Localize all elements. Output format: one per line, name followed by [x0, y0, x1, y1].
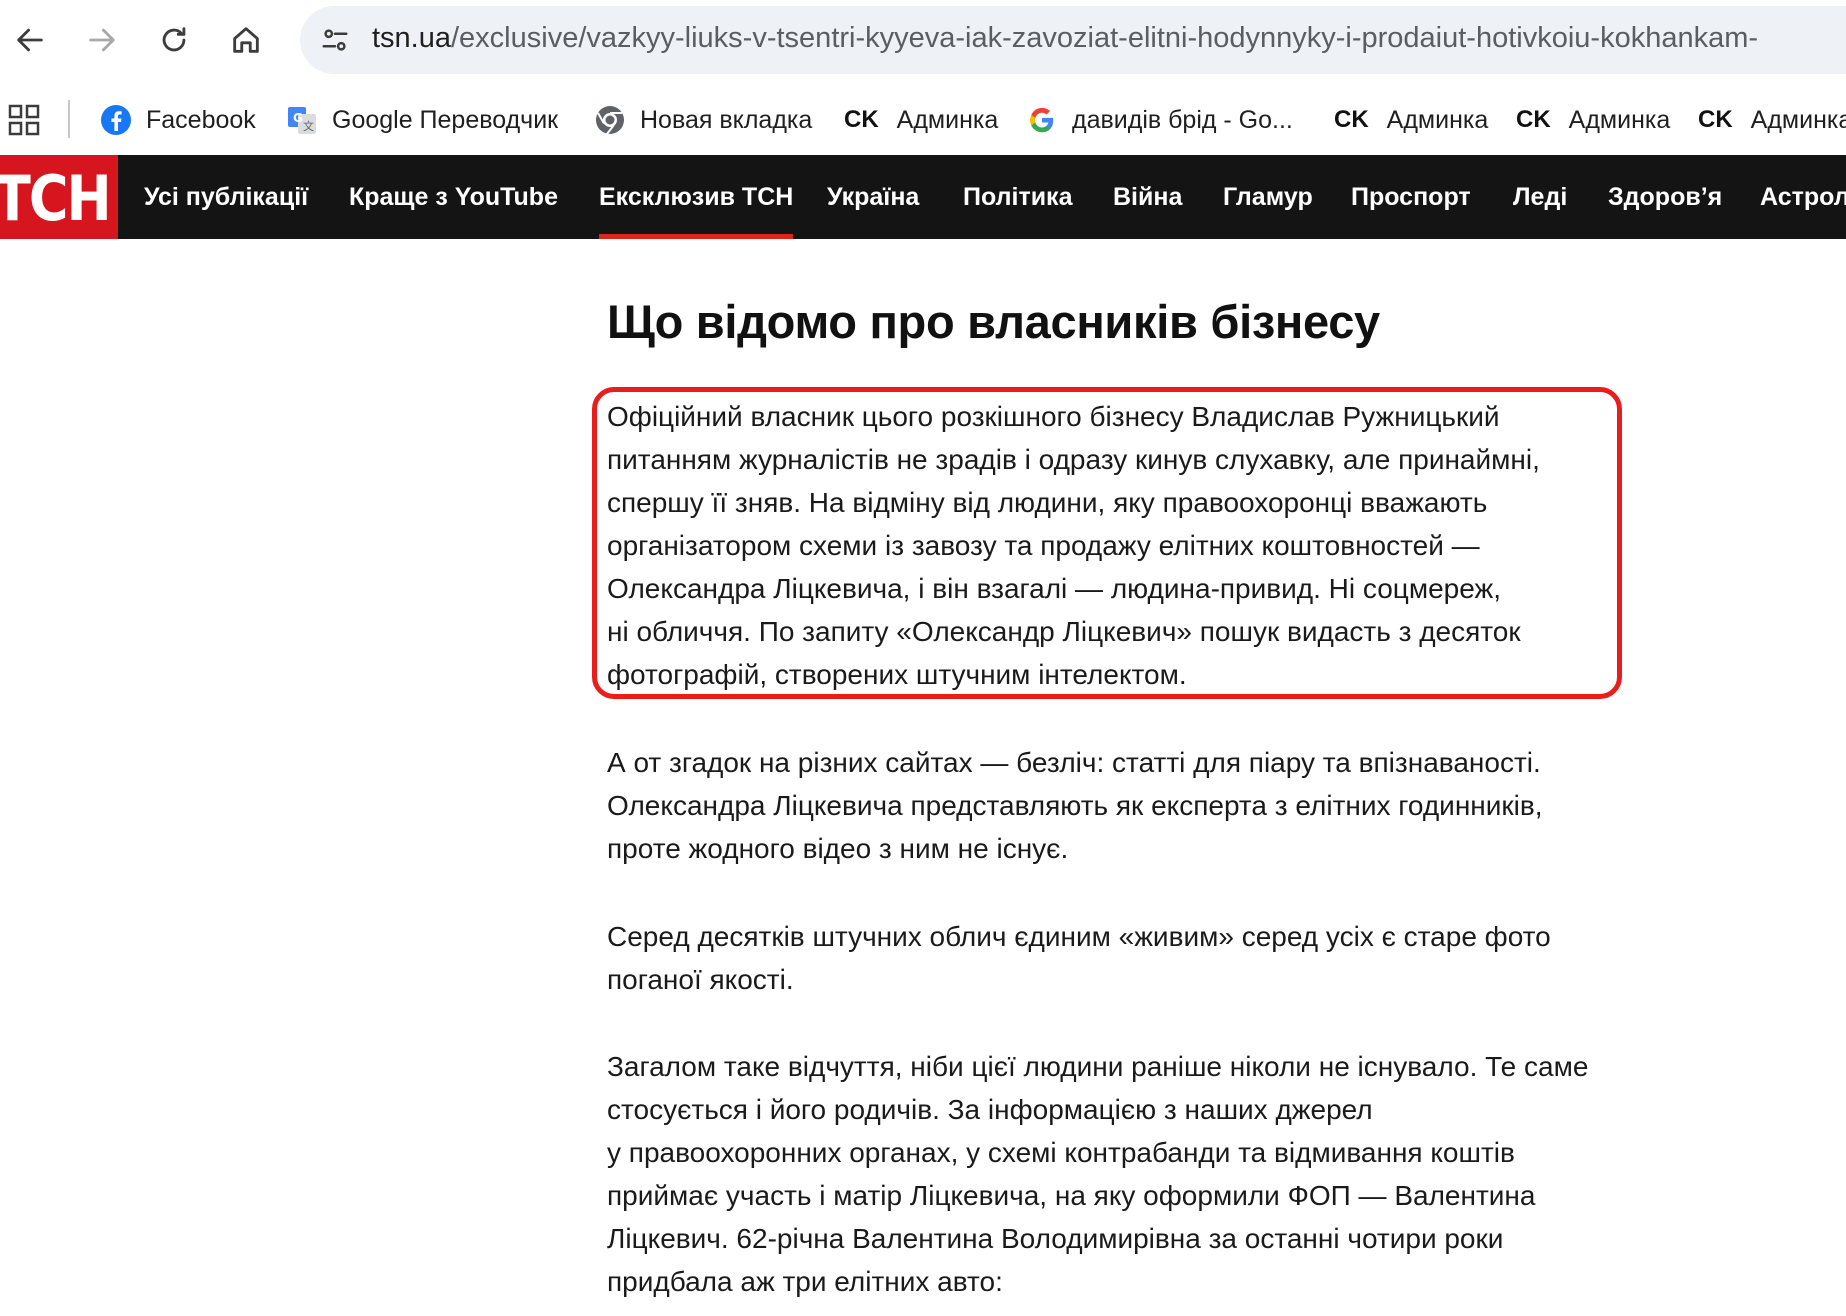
google-translate-icon: G文 — [286, 104, 318, 136]
nav-health[interactable]: Здоров’я — [1608, 155, 1722, 239]
text-line: проте жодного відео з ним не існує. — [607, 833, 1069, 864]
reload-button[interactable] — [146, 12, 202, 68]
nav-astrology[interactable]: Астрол — [1760, 155, 1846, 239]
ck-logo-icon: CK — [1516, 106, 1551, 133]
article-paragraph-2: А от згадок на різних сайтах — безліч: с… — [607, 741, 1543, 870]
nav-glamour[interactable]: Гламур — [1223, 155, 1313, 239]
bookmark-admin-3[interactable]: CK Админка — [1516, 92, 1670, 148]
apps-grid-icon[interactable] — [8, 104, 40, 136]
nav-best-of-youtube[interactable]: Краще з YouTube — [349, 155, 558, 239]
address-bar[interactable]: tsn.ua/exclusive/vazkyy-liuks-v-tsentri-… — [300, 6, 1846, 74]
bookmark-label: Google Переводчик — [332, 105, 559, 134]
tsn-logo[interactable]: ТСН — [0, 155, 118, 239]
bookmark-facebook[interactable]: Facebook — [100, 92, 256, 148]
bookmark-label: Админка — [1568, 105, 1671, 134]
text-line: питанням журналістів не зрадів і одразу … — [607, 444, 1540, 475]
article-heading: Що відомо про власників бізнесу — [607, 295, 1380, 348]
bookmark-label: Админка — [1750, 105, 1846, 134]
text-line: Офіційний власник цього розкішного бізне… — [607, 401, 1500, 432]
article-paragraph-4: Загалом таке відчуття, ніби цієї людини … — [607, 1045, 1588, 1303]
bookmarks-separator — [68, 100, 70, 138]
back-button[interactable] — [2, 12, 58, 68]
text-line: Загалом таке відчуття, ніби цієї людини … — [607, 1051, 1589, 1082]
nav-lady[interactable]: Леді — [1513, 155, 1567, 239]
article-paragraph-1: Офіційний власник цього розкішного бізне… — [607, 395, 1540, 696]
nav-war[interactable]: Війна — [1113, 155, 1182, 239]
bookmark-label: Админка — [896, 105, 999, 134]
text-line: Ліцкевич. 62-річна Валентина Володимирів… — [607, 1223, 1504, 1254]
article-paragraph-3: Серед десятків штучних облич єдиним «жив… — [607, 915, 1551, 1001]
bookmark-label: Новая вкладка — [640, 105, 813, 134]
text-line: спершу її зняв. На відміну від людини, я… — [607, 487, 1488, 518]
bookmark-label: давидів брід - Go... — [1072, 105, 1293, 134]
home-button[interactable] — [218, 12, 274, 68]
browser-toolbar: tsn.ua/exclusive/vazkyy-liuks-v-tsentri-… — [0, 0, 1846, 80]
bookmark-new-tab[interactable]: Новая вкладка — [594, 92, 812, 148]
text-line: Олександра Ліцкевича представляють як ек… — [607, 790, 1543, 821]
nav-ukraine[interactable]: Україна — [827, 155, 919, 239]
text-line: приймає участь і матір Ліцкевича, на яку… — [607, 1180, 1536, 1211]
site-info-icon[interactable] — [314, 19, 356, 61]
text-line: Олександра Ліцкевича, і він взагалі — лю… — [607, 573, 1501, 604]
text-line: у правоохоронних органах, у схемі контра… — [607, 1137, 1515, 1168]
bookmark-admin-2[interactable]: CK Админка — [1334, 92, 1488, 148]
bookmark-google-search[interactable]: давидів брід - Go... — [1026, 92, 1293, 148]
text-line: організатором схеми із завозу та продажу… — [607, 530, 1480, 561]
ck-logo-icon: CK — [844, 106, 879, 133]
nav-all-publications[interactable]: Усі публікації — [144, 155, 308, 239]
url-host: tsn.ua — [372, 22, 451, 54]
bookmark-admin-4[interactable]: CK Админка — [1698, 92, 1846, 148]
ck-logo-icon: CK — [1334, 106, 1369, 133]
bookmark-admin-1[interactable]: CK Админка — [844, 92, 998, 148]
svg-text:文: 文 — [303, 119, 314, 133]
bookmark-label: Админка — [1386, 105, 1489, 134]
arrow-right-icon — [89, 28, 115, 52]
forward-button[interactable] — [74, 12, 130, 68]
reload-icon — [162, 27, 186, 52]
nav-politics[interactable]: Політика — [963, 155, 1072, 239]
arrow-left-icon — [17, 28, 43, 52]
home-icon — [233, 27, 259, 53]
text-line: фотографій, створених штучним інтелектом… — [607, 659, 1187, 690]
facebook-icon — [100, 104, 132, 136]
text-line: Серед десятків штучних облич єдиним «жив… — [607, 921, 1551, 952]
google-icon — [1026, 104, 1058, 136]
text-line: А от згадок на різних сайтах — безліч: с… — [607, 747, 1541, 778]
text-line: придбала аж три елітних авто: — [607, 1266, 1003, 1297]
bookmarks-bar: Facebook G文 Google Переводчик Новая вкла… — [0, 92, 1846, 148]
chrome-icon — [594, 104, 626, 136]
svg-text:G: G — [293, 111, 303, 125]
text-line: поганої якості. — [607, 964, 794, 995]
ck-logo-icon: CK — [1698, 106, 1733, 133]
bookmark-google-translate[interactable]: G文 Google Переводчик — [286, 92, 558, 148]
site-nav-bar: ТСН Усі публікації Краще з YouTube Екскл… — [0, 155, 1846, 239]
nav-tsn-exclusive[interactable]: Ексклюзив ТСН — [599, 155, 794, 239]
text-line: ні обличчя. По запиту «Олександр Ліцкеви… — [607, 616, 1521, 647]
url-text[interactable]: tsn.ua/exclusive/vazkyy-liuks-v-tsentri-… — [372, 22, 1758, 55]
url-path: /exclusive/vazkyy-liuks-v-tsentri-kyyeva… — [451, 22, 1759, 54]
bookmark-label: Facebook — [146, 105, 256, 134]
nav-prosport[interactable]: Проспорт — [1351, 155, 1471, 239]
text-line: стосується і його родичів. За інформаціє… — [607, 1094, 1373, 1125]
